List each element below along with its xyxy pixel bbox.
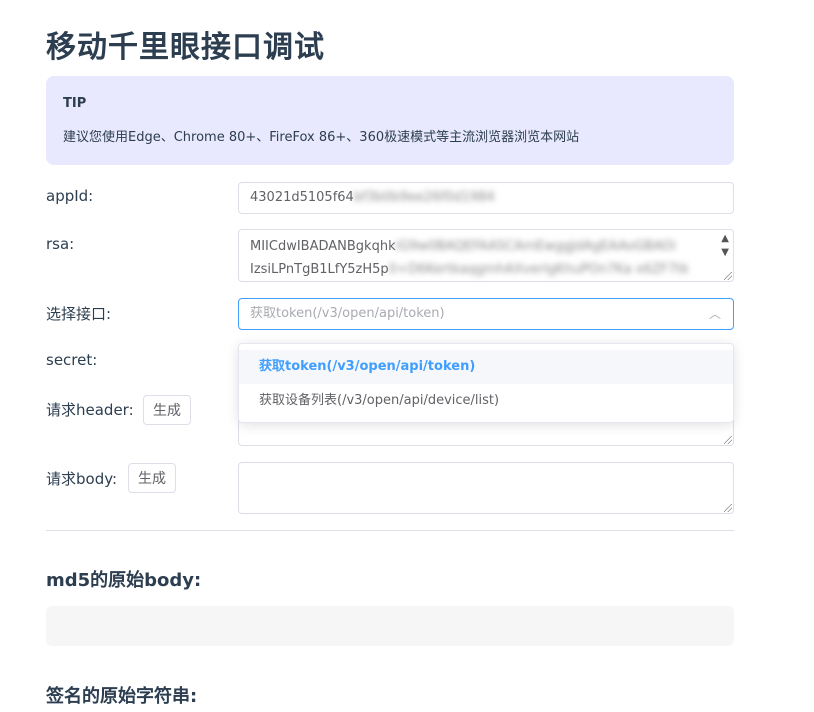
resize-handle-icon[interactable] xyxy=(724,504,732,512)
dropdown-option-token[interactable]: 获取token(/v3/open/api/token) xyxy=(239,350,733,384)
resize-handle-icon[interactable] xyxy=(724,272,732,280)
rsa-line1: MIICdwIBADANBgkqhk xyxy=(250,239,396,254)
generate-body-button[interactable]: 生成 xyxy=(128,463,176,493)
rsa-label: rsa: xyxy=(46,235,75,253)
secret-label: secret: xyxy=(46,351,98,369)
interface-select[interactable]: 获取token(/v3/open/api/token) ︿ xyxy=(238,298,734,330)
rsa-line2-redacted: 0+D6KertkaqgmhAXverlgKhuPOn7Ka x6ZF7tk xyxy=(388,262,690,277)
divider xyxy=(46,530,734,531)
tip-box: TIP 建议您使用Edge、Chrome 80+、FireFox 86+、360… xyxy=(46,76,734,165)
appid-label: appId: xyxy=(46,187,94,205)
md5-output-box xyxy=(46,606,734,646)
interface-label: 选择接口: xyxy=(46,305,112,323)
rsa-textarea[interactable]: MIICdwIBADANBgkqhkiG9w0BAQEFAASCAmEwggJd… xyxy=(238,229,734,282)
appid-value-redacted: bf3b0b9ee26f0d1984 xyxy=(353,190,495,205)
tip-title: TIP xyxy=(63,96,87,111)
chevron-up-icon: ︿ xyxy=(708,307,721,321)
body-label: 请求body: xyxy=(46,470,118,488)
body-textarea[interactable] xyxy=(238,462,734,514)
header-label: 请求header: xyxy=(46,401,134,419)
rsa-line1-redacted: iG9w0BAQEFAASCAmEwggJdAgEAAoGBAOi xyxy=(395,239,676,254)
interface-select-value: 获取token(/v3/open/api/token) xyxy=(250,306,445,321)
dropdown-option-device-list[interactable]: 获取设备列表(/v3/open/api/device/list) xyxy=(239,384,733,418)
appid-value: 43021d5105f64 xyxy=(250,190,354,205)
tip-text: 建议您使用Edge、Chrome 80+、FireFox 86+、360极速模式… xyxy=(63,130,580,145)
generate-header-button[interactable]: 生成 xyxy=(143,395,191,425)
scroll-down-arrow-icon[interactable]: ▼ xyxy=(721,248,729,258)
md5-section-title: md5的原始body: xyxy=(46,570,202,591)
page-title: 移动千里眼接口调试 xyxy=(46,30,325,65)
appid-input[interactable]: 43021d5105f64bf3b0b9ee26f0d1984 xyxy=(238,182,734,214)
rsa-line2: IzsiLPnTgB1LfY5zH5p xyxy=(250,262,389,277)
scroll-up-arrow-icon[interactable]: ▲ xyxy=(721,234,729,244)
interface-dropdown: 获取token(/v3/open/api/token) 获取设备列表(/v3/o… xyxy=(238,343,734,423)
resize-handle-icon[interactable] xyxy=(724,436,732,444)
sign-section-title: 签名的原始字符串: xyxy=(46,686,198,707)
